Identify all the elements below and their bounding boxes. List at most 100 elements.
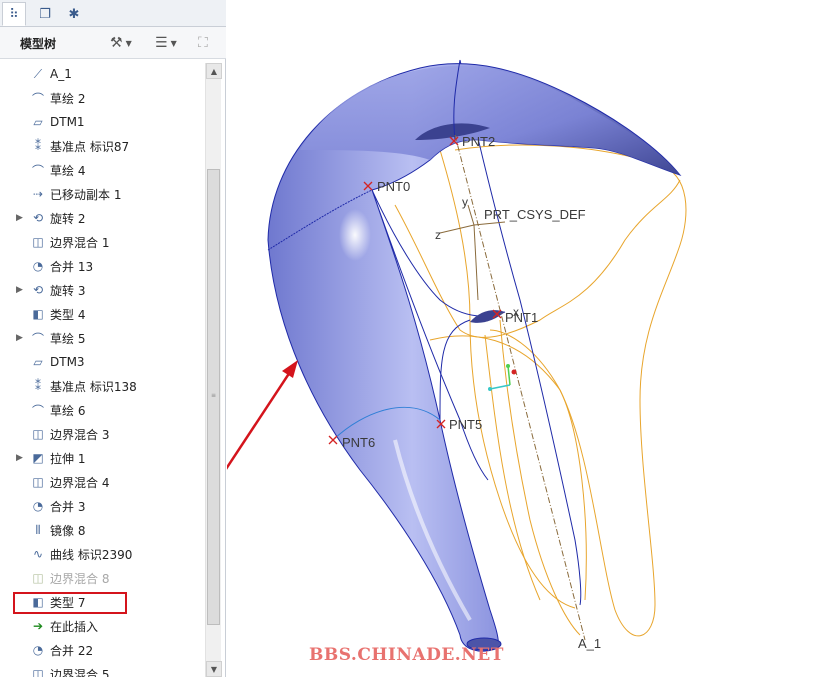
folder-browser-tab[interactable]: ❐	[33, 2, 57, 26]
boundary-blend-icon: ◫	[32, 667, 44, 677]
curve-icon: ∿	[32, 547, 44, 561]
graphics-viewport[interactable]: PNT0 PNT2 PNT1 PNT5 PNT6 PRT_CSYS_DEF y …	[227, 0, 815, 677]
axis-z-label: z	[435, 228, 441, 242]
datum-point-icon: ⁑	[35, 379, 41, 393]
view-orientation-triad	[488, 364, 517, 391]
scroll-down-button[interactable]: ▼	[206, 661, 222, 677]
sketch-icon: ⌒	[31, 331, 44, 346]
list-icon: ☰	[155, 35, 168, 51]
merge-icon: ◔	[32, 499, 44, 513]
watermark: BBS.CHINADE.NET	[309, 645, 504, 665]
settings-dropdown-button[interactable]: ⚒ ▼	[110, 32, 132, 54]
tree-structure-icon: ⠷	[9, 6, 19, 22]
tree-item[interactable]: ▶ ◩ 拉伸 1	[0, 446, 205, 470]
tree-item[interactable]: ◫ 边界混合 5	[0, 662, 205, 677]
tree-item[interactable]: ◔ 合并 3	[0, 494, 205, 518]
merge-icon: ◔	[32, 643, 44, 657]
navigator-tab-bar: ⠷ ❐ ✱	[0, 0, 226, 27]
expand-arrow-icon[interactable]: ▶	[16, 453, 25, 463]
tree-item[interactable]: ▶ ⌒ 草绘 5	[0, 326, 205, 350]
folder-stack-icon: ❐	[39, 6, 51, 22]
tree-item-label: 类型 4	[50, 307, 86, 322]
tree-item[interactable]: ⌒ 草绘 4	[0, 158, 205, 182]
model-tree: ⟋ A_1 ⌒ 草绘 2 ▱ DTM1 ⁑ 基准点 标识87 ⌒ 草绘 4 ⇢ 已移动副本 1 ▶ ⟲ 旋转…	[0, 59, 205, 677]
tree-item[interactable]: ⁑ 基准点 标识138	[0, 374, 205, 398]
pnt0-label: PNT0	[377, 179, 410, 194]
sketch-icon: ⌒	[31, 91, 44, 106]
tree-item-label: 已移动副本 1	[50, 187, 122, 202]
moved-copy-icon: ⇢	[32, 187, 44, 201]
tree-item[interactable]: ◔ 合并 22	[0, 638, 205, 662]
tree-item-label: 合并 3	[50, 499, 86, 514]
expand-arrow-icon[interactable]: ▶	[16, 213, 25, 223]
tree-item[interactable]: ∿ 曲线 标识2390	[0, 542, 205, 566]
chevron-down-icon: ▼	[210, 664, 218, 674]
chevron-down-icon: ▼	[125, 38, 132, 48]
expand-arrow-icon[interactable]: ▶	[16, 333, 25, 343]
tree-item[interactable]: ⌒ 草绘 2	[0, 86, 205, 110]
tree-item[interactable]: ⫴ 镜像 8	[0, 518, 205, 542]
tree-scrollbar[interactable]: ▲ ≡ ▼	[205, 63, 222, 677]
model-tree-toolbar: 模型树 ⚒ ▼ ☰ ▼ ⛶	[0, 27, 226, 59]
tree-item-label: 草绘 4	[50, 163, 86, 178]
tree-item-label: 合并 22	[50, 643, 94, 658]
show-dropdown-button[interactable]: ☰ ▼	[155, 32, 177, 54]
tree-item-label: 边界混合 8	[50, 571, 110, 586]
sketch-icon: ⌒	[31, 403, 44, 418]
chevron-up-icon: ▲	[210, 66, 218, 76]
tree-item[interactable]: ▱ DTM3	[0, 350, 205, 374]
filter-button[interactable]: ⛶	[198, 32, 208, 54]
tree-item-label: 边界混合 3	[50, 427, 110, 442]
revolve-icon: ⟲	[32, 283, 44, 297]
surface-model	[267, 63, 682, 652]
tree-item-label: 拉伸 1	[50, 451, 86, 466]
tree-item[interactable]: ◫ 边界混合 1	[0, 230, 205, 254]
panel-title: 模型树	[20, 37, 57, 51]
boundary-blend-icon: ◫	[32, 475, 44, 489]
extrude-icon: ◩	[32, 451, 44, 465]
tree-item-label: 基准点 标识87	[50, 139, 130, 154]
style-surface-icon: ◧	[32, 307, 44, 321]
tree-item-label: 边界混合 5	[50, 667, 110, 677]
tree-item[interactable]: ⟋ A_1	[0, 62, 205, 86]
tools-icon: ⚒	[110, 35, 123, 51]
grip-icon: ≡	[211, 392, 217, 399]
tree-item[interactable]: ◫ 边界混合 4	[0, 470, 205, 494]
mirror-icon: ⫴	[35, 522, 41, 537]
star-page-icon: ✱	[68, 6, 80, 22]
tree-item[interactable]: ▶ ⟲ 旋转 2	[0, 206, 205, 230]
tree-item[interactable]: ⇢ 已移动副本 1	[0, 182, 205, 206]
model-tree-panel: ⠷ ❐ ✱ 模型树 ⚒ ▼ ☰ ▼ ⛶ ⟋ A_1 ⌒ 草绘 2 ▱ DTM1 ⁑ 基准点 标…	[0, 0, 226, 677]
datum-point-icon: ⁑	[35, 139, 41, 153]
boundary-blend-icon: ◫	[32, 571, 44, 585]
tree-item[interactable]: ⌒ 草绘 6	[0, 398, 205, 422]
tree-item[interactable]: ◔ 合并 13	[0, 254, 205, 278]
tree-item-label: 基准点 标识138	[50, 379, 137, 394]
expand-arrow-icon[interactable]: ▶	[16, 285, 25, 295]
tree-item-label: A_1	[50, 67, 72, 81]
tree-item-label: 边界混合 1	[50, 235, 110, 250]
model-tree-tab[interactable]: ⠷	[2, 2, 26, 26]
tree-item[interactable]: ➔ 在此插入	[0, 614, 205, 638]
tree-item-label: 草绘 5	[50, 331, 86, 346]
pnt1-label: PNT1	[505, 310, 538, 325]
tree-item-label: 曲线 标识2390	[50, 547, 133, 562]
tree-item-label: 草绘 6	[50, 403, 86, 418]
tree-item[interactable]: ▱ DTM1	[0, 110, 205, 134]
tree-item-label: 边界混合 4	[50, 475, 110, 490]
tree-item[interactable]: ◫ 边界混合 8	[0, 566, 205, 590]
tree-item[interactable]: ⁑ 基准点 标识87	[0, 134, 205, 158]
datum-plane-icon: ▱	[33, 115, 43, 129]
insert-here-arrow-icon: ➔	[32, 619, 44, 633]
highlight-annotation-box	[13, 592, 127, 614]
tree-item-label: 镜像 8	[50, 523, 86, 538]
axis-x-label: x	[513, 305, 519, 319]
scroll-thumb[interactable]: ≡	[207, 169, 220, 625]
tree-item[interactable]: ◫ 边界混合 3	[0, 422, 205, 446]
tree-item[interactable]: ▶ ⟲ 旋转 3	[0, 278, 205, 302]
tree-item[interactable]: ◧ 类型 4	[0, 302, 205, 326]
pnt5-label: PNT5	[449, 417, 482, 432]
scroll-up-button[interactable]: ▲	[206, 63, 222, 79]
pnt6-label: PNT6	[342, 435, 375, 450]
favorites-tab[interactable]: ✱	[62, 2, 86, 26]
